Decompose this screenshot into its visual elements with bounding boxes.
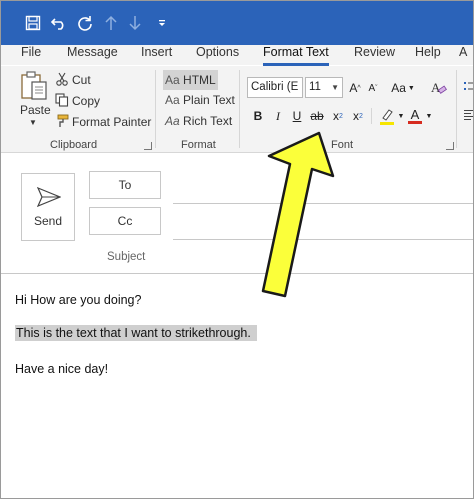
superscript-button[interactable]: x2	[350, 106, 366, 126]
format-group-label: Format	[181, 139, 216, 151]
format-plain-text-label: Plain Text	[183, 93, 235, 107]
chevron-down-icon: ▼	[331, 83, 339, 92]
bold-button[interactable]: B	[251, 106, 265, 126]
grow-font-icon[interactable]: A ^	[347, 78, 363, 98]
send-button[interactable]: Send	[21, 173, 75, 241]
body-line-1[interactable]: Hi How are you doing?	[15, 293, 141, 307]
subject-label: Subject	[107, 251, 146, 263]
font-dialog-launcher-icon[interactable]	[446, 142, 454, 150]
paste-dropdown-icon[interactable]: ▼	[29, 118, 37, 127]
send-label: Send	[33, 214, 63, 228]
format-plain-text-option[interactable]: Aa Plain Text	[165, 93, 235, 107]
underline-button[interactable]: U	[290, 106, 304, 126]
subscript-button[interactable]: x2	[330, 106, 346, 126]
tab-insert[interactable]: Insert	[141, 45, 172, 65]
font-name-combo[interactable]: Calibri (E	[247, 77, 303, 98]
scissors-icon	[55, 72, 69, 86]
tab-options[interactable]: Options	[196, 45, 239, 65]
ribbon: Paste ▼ Cut Copy Format Painter Clipboar…	[1, 66, 473, 153]
body-line-2[interactable]: This is the text that I want to striketh…	[15, 325, 257, 341]
format-aa-glyph: Aa	[165, 114, 180, 128]
tab-truncated[interactable]: A	[459, 45, 467, 65]
down-arrow-icon[interactable]	[126, 12, 144, 34]
customize-toolbar-icon[interactable]	[155, 12, 169, 34]
paste-icon	[21, 71, 47, 100]
bullets-icon[interactable]	[464, 80, 473, 99]
tab-format-text[interactable]: Format Text	[263, 45, 329, 65]
format-aa-glyph: Aa	[165, 73, 180, 87]
highlight-color-button[interactable]	[377, 106, 397, 126]
cc-field[interactable]	[173, 239, 473, 240]
tab-help[interactable]: Help	[415, 45, 441, 65]
to-field[interactable]	[173, 203, 473, 204]
redo-icon[interactable]	[75, 12, 95, 34]
tab-message[interactable]: Message	[67, 45, 118, 65]
subject-field[interactable]	[1, 273, 473, 274]
align-left-icon[interactable]	[464, 108, 473, 127]
format-html-label: HTML	[183, 73, 216, 87]
format-painter-button[interactable]: Format Painter	[72, 115, 151, 129]
font-size-value: 11	[309, 81, 321, 93]
clear-formatting-icon[interactable]: A	[429, 77, 447, 97]
font-size-combo[interactable]: 11 ▼	[305, 77, 343, 98]
chevron-down-icon[interactable]: ▼	[425, 106, 433, 126]
copy-icon	[55, 93, 69, 107]
strikethrough-button[interactable]: ab	[307, 106, 327, 126]
cut-button[interactable]: Cut	[72, 73, 91, 87]
clipboard-group-label: Clipboard	[50, 139, 98, 151]
font-group-label: Font	[331, 139, 354, 151]
change-case-icon[interactable]: Aa ▼	[391, 78, 415, 98]
to-button[interactable]: To	[89, 171, 161, 199]
font-color-button[interactable]: A	[407, 106, 423, 126]
ribbon-separator	[456, 70, 457, 148]
font-color-icon: A	[410, 107, 420, 122]
ribbon-tab-strip: File Message Insert Options Format Text …	[1, 45, 473, 65]
font-color-swatch	[408, 121, 422, 124]
outlook-compose-window: File Message Insert Options Format Text …	[0, 0, 474, 499]
shrink-font-icon[interactable]: Aˇ	[365, 78, 381, 98]
format-html-option[interactable]: Aa HTML	[163, 70, 218, 90]
format-rich-text-label: Rich Text	[183, 114, 233, 128]
copy-button[interactable]: Copy	[72, 94, 100, 108]
ribbon-separator	[155, 70, 156, 148]
ribbon-separator	[239, 70, 240, 148]
highlighter-icon	[382, 108, 393, 121]
format-rich-text-option[interactable]: Aa Rich Text	[165, 114, 232, 128]
format-painter-icon	[55, 114, 69, 128]
tab-file[interactable]: File	[21, 45, 41, 65]
paste-label[interactable]: Paste	[20, 103, 51, 117]
body-line-3[interactable]: Have a nice day!	[15, 362, 108, 376]
tab-review[interactable]: Review	[354, 45, 395, 65]
save-icon[interactable]	[23, 12, 43, 34]
italic-button[interactable]: I	[271, 106, 285, 126]
clipboard-dialog-launcher-icon[interactable]	[144, 142, 152, 150]
svg-text:A: A	[431, 80, 441, 95]
chevron-down-icon[interactable]: ▼	[397, 106, 405, 126]
ribbon-separator	[371, 108, 372, 124]
undo-icon[interactable]	[49, 12, 69, 34]
format-aa-glyph: Aa	[165, 93, 180, 107]
send-icon	[37, 187, 61, 207]
cc-button[interactable]: Cc	[89, 207, 161, 235]
font-name-value: Calibri (E	[251, 81, 299, 93]
title-bar	[1, 1, 473, 45]
up-arrow-icon[interactable]	[102, 12, 120, 34]
highlight-color-swatch	[380, 121, 394, 125]
selected-text[interactable]: This is the text that I want to striketh…	[15, 325, 257, 341]
